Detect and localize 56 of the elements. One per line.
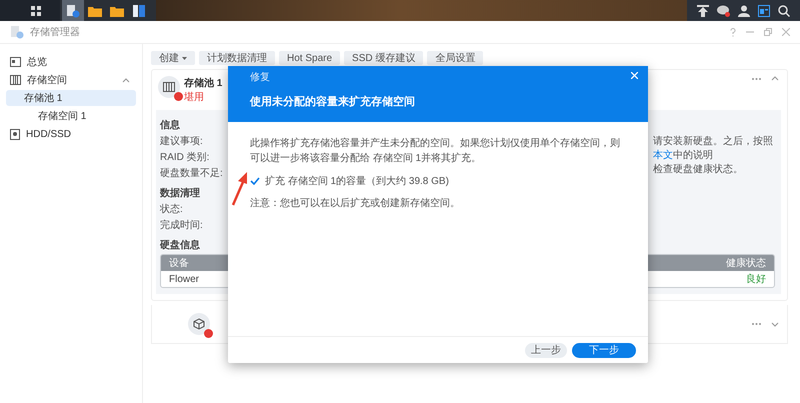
dialog-note: 注意：您也可以在以后扩充或创建新存储空间。 (250, 196, 461, 211)
toolbar-button[interactable]: 计划数据清理 (199, 51, 275, 65)
checkbox[interactable] (250, 176, 260, 186)
panel-app-icon[interactable] (133, 4, 145, 16)
folder-icon[interactable] (110, 4, 124, 16)
widget-icon[interactable] (758, 4, 770, 16)
sidebar-item[interactable]: HDD/SSD (6, 126, 136, 142)
dialog-description: 此操作将扩充存储池容量并产生未分配的空间。如果您计划仅使用单个存储空间，则可以进一步将该容量分配给 存储空间 1并将其扩充。 (250, 136, 621, 166)
back-button[interactable]: 上一步 (525, 342, 567, 358)
upload-icon[interactable] (697, 4, 709, 16)
table-cell: Flower (169, 274, 200, 284)
toolbar-button[interactable]: Hot Spare (279, 51, 340, 65)
pool-title: 存储池 1 (184, 76, 222, 90)
toolbar-button[interactable]: 创建 (151, 51, 195, 65)
chevron-down-icon[interactable] (771, 322, 779, 326)
user-icon[interactable] (738, 4, 750, 16)
dialog-title: 使用未分配的容量来扩充存储空间 (250, 94, 416, 109)
grid-icon[interactable] (31, 6, 41, 16)
search-icon[interactable] (778, 4, 790, 16)
caret-icon (182, 56, 187, 60)
cube-icon (188, 313, 210, 335)
section-heading: 硬盘信息 (160, 238, 201, 252)
field-label: 建议事项: (160, 134, 203, 148)
sidebar-item[interactable]: 总览 (6, 54, 136, 70)
chat-icon[interactable] (717, 4, 730, 16)
table-cell-text: 良好 (746, 272, 766, 286)
storage-app-icon[interactable] (66, 4, 80, 18)
advice-text: 请安装新硬盘。之后，按照 本文中的说明 (653, 134, 774, 162)
storage-app-icon (10, 25, 24, 39)
column-header: 健康状态 (726, 256, 766, 270)
field-label: 完成时间: (160, 218, 203, 232)
chevron-up-icon[interactable] (122, 78, 130, 82)
storage-pool-icon (158, 76, 180, 98)
sidebar-item[interactable]: 存储空间 1 (6, 108, 136, 124)
article-link[interactable]: 本文 (653, 150, 673, 161)
toolbar-button[interactable]: 全局设置 (427, 51, 484, 65)
toolbar-button[interactable]: SSD 缓存建议 (344, 51, 424, 65)
expand-checkbox[interactable]: 扩充 存储空间 1的容量（到大约 39.8 GB) (250, 174, 626, 188)
pool-status: 堪用 (184, 90, 205, 104)
sidebar-item[interactable]: 存储池 1 (6, 90, 136, 106)
field-label: RAID 类别: (160, 150, 210, 164)
next-button[interactable]: 下一步 (572, 342, 636, 358)
advice-text: 检查硬盘健康状态。 (653, 162, 743, 176)
dashboard-icon (10, 57, 21, 67)
section-heading: 数据清理 (160, 186, 201, 200)
annotation-arrow (231, 172, 249, 206)
sidebar-item[interactable]: 存储空间 (6, 72, 136, 88)
section-heading: 信息 (160, 118, 181, 132)
field-label: 硬盘数量不足: (160, 167, 223, 180)
chevron-up-icon[interactable] (771, 76, 779, 81)
storage-icon (10, 75, 21, 85)
field-label: 状态: (160, 202, 183, 216)
window-title: 存储管理器 (30, 26, 80, 39)
column-header: 设备 (169, 257, 189, 270)
folder-icon[interactable] (88, 4, 102, 16)
dialog-caption: 修复 (250, 71, 270, 84)
